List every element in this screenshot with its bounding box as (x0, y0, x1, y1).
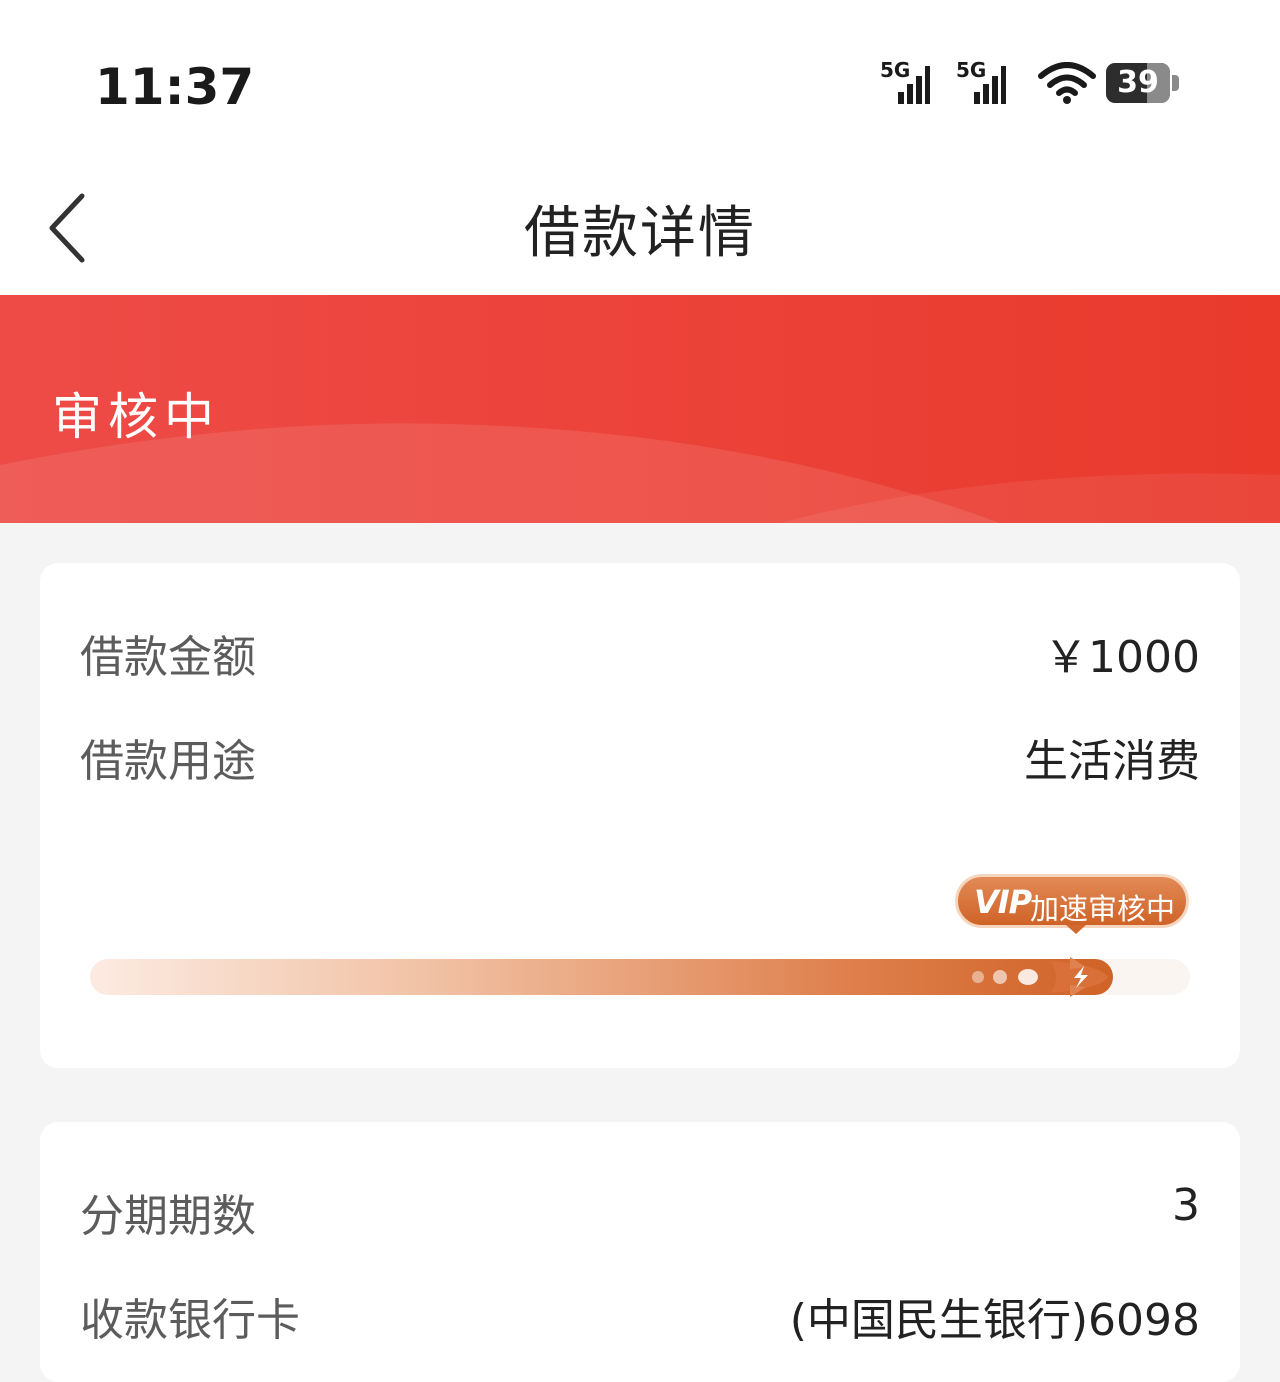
purpose-value: 生活消费 (1024, 736, 1200, 787)
rocket-icon (972, 957, 1108, 997)
status-bar: 11:37 5G 5G 39 (0, 0, 1280, 150)
battery-tip (1172, 75, 1179, 91)
bank-card-value: (中国民生银行)6098 (789, 1295, 1200, 1346)
bank-card-row[interactable]: 收款银行卡 (中国民生银行)6098 (80, 1284, 1200, 1346)
purpose-row: 借款用途 生活消费 (80, 725, 1200, 787)
amount-value: ￥1000 (1044, 632, 1200, 683)
amount-label: 借款金额 (80, 632, 256, 683)
vip-accelerate-badge[interactable]: VIP 加速审核中 (955, 874, 1189, 928)
battery-icon: 39 (1106, 63, 1170, 103)
installments-value: 3 (1172, 1180, 1200, 1231)
vip-badge-text: 加速审核中 (1030, 892, 1176, 926)
battery-level: 39 (1117, 65, 1159, 100)
nav-header: 借款详情 (0, 150, 1280, 295)
page-title: 借款详情 (524, 201, 756, 266)
installments-row: 分期期数 3 (80, 1180, 1200, 1242)
loan-status-text: 审核中 (52, 388, 220, 446)
wifi-icon (1038, 62, 1096, 104)
bank-card-label: 收款银行卡 (80, 1295, 300, 1346)
amount-row: 借款金额 ￥1000 (80, 621, 1200, 683)
installments-label: 分期期数 (80, 1191, 256, 1242)
vip-label: VIP (974, 883, 1032, 921)
loan-summary-card: 借款金额 ￥1000 借款用途 生活消费 VIP 加速审核中 (40, 563, 1240, 1068)
status-time: 11:37 (95, 58, 255, 116)
loan-details-card: 分期期数 3 收款银行卡 (中国民生银行)6098 (40, 1122, 1240, 1382)
vip-badge-pointer (1066, 925, 1086, 934)
purpose-label: 借款用途 (80, 736, 256, 787)
status-banner: 审核中 (0, 295, 1280, 523)
